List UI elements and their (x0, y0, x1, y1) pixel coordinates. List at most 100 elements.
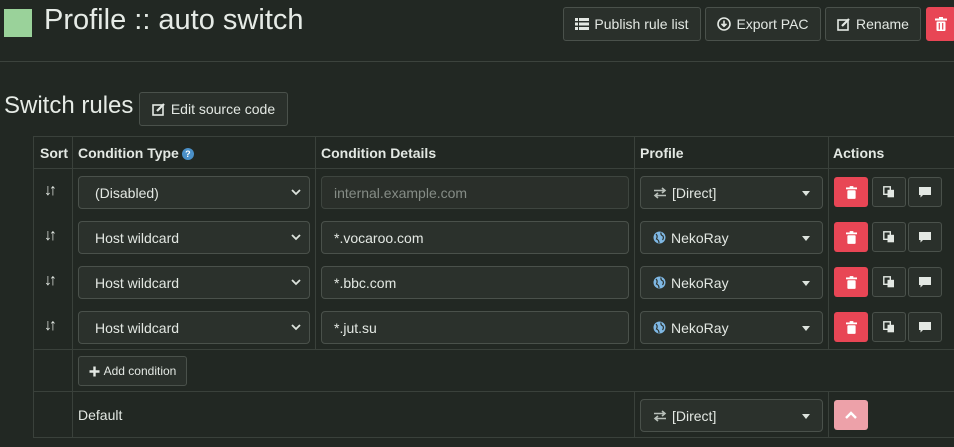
profile-value: [Direct] (672, 184, 717, 201)
export-pac-button[interactable]: Export PAC (705, 7, 821, 41)
plus-icon (89, 366, 100, 376)
condition-type-select[interactable]: Host wildcard (78, 311, 310, 344)
page-header: Profile :: auto switch Publish rule list… (0, 0, 954, 62)
condition-details-value: *.vocaroo.com (334, 229, 424, 246)
delete-rule-button[interactable] (834, 267, 868, 297)
sort-handle-icon[interactable]: ↓↑ (44, 272, 57, 290)
chevron-down-icon (291, 324, 301, 331)
table-divider (33, 391, 954, 392)
comment-icon (919, 231, 931, 242)
profile-select[interactable]: NekoRay (640, 266, 823, 299)
clone-rule-button[interactable] (872, 312, 906, 342)
edit-source-code-button[interactable]: Edit source code (139, 92, 288, 126)
caret-down-icon (802, 326, 810, 331)
delete-profile-button[interactable] (926, 7, 954, 41)
condition-type-value: Host wildcard (95, 229, 180, 246)
add-condition-label: Add condition (103, 364, 177, 378)
move-up-button[interactable] (834, 400, 868, 430)
profile-select[interactable]: NekoRay (640, 221, 823, 254)
download-icon (717, 17, 732, 31)
profile-select[interactable]: NekoRay (640, 311, 823, 344)
chevron-up-icon (845, 411, 857, 419)
condition-details-input[interactable]: internal.example.com (321, 176, 629, 209)
comment-rule-button[interactable] (908, 312, 942, 342)
condition-type-value: (Disabled) (95, 184, 159, 201)
transfer-icon (653, 186, 667, 199)
help-icon[interactable]: ? (181, 148, 194, 160)
condition-details-input[interactable]: *.vocaroo.com (321, 221, 629, 254)
chevron-down-icon (291, 189, 301, 196)
column-header-sort: Sort (40, 145, 68, 161)
comment-icon (919, 186, 931, 197)
column-header-actions: Actions (833, 145, 885, 161)
chevron-down-icon (291, 279, 301, 286)
condition-type-value: Host wildcard (95, 274, 180, 291)
profile-value: NekoRay (671, 229, 729, 246)
table-divider (634, 136, 635, 350)
rename-label: Rename (856, 16, 909, 32)
condition-type-select[interactable]: (Disabled) (78, 176, 310, 209)
clone-rule-button[interactable] (872, 222, 906, 252)
caret-down-icon (802, 414, 810, 419)
sort-handle-icon[interactable]: ↓↑ (44, 227, 57, 245)
trash-icon (845, 230, 857, 244)
copy-icon (883, 276, 894, 288)
caret-down-icon (802, 236, 810, 241)
column-header-condition-type: Condition Type? (78, 145, 194, 161)
delete-rule-button[interactable] (834, 312, 868, 342)
table-divider (33, 136, 34, 438)
transfer-icon (653, 409, 667, 422)
profile-select[interactable]: [Direct] (640, 176, 823, 209)
edit-icon (837, 18, 850, 31)
delete-rule-button[interactable] (834, 177, 868, 207)
edit-source-code-label: Edit source code (170, 101, 276, 117)
table-divider (634, 391, 635, 438)
condition-details-input[interactable]: *.jut.su (321, 311, 629, 344)
comment-rule-button[interactable] (908, 177, 942, 207)
comment-rule-button[interactable] (908, 222, 942, 252)
rename-button[interactable]: Rename (825, 7, 921, 41)
publish-rule-list-button[interactable]: Publish rule list (563, 7, 701, 41)
clone-rule-button[interactable] (872, 267, 906, 297)
condition-type-select[interactable]: Host wildcard (78, 221, 310, 254)
trash-icon (935, 17, 947, 31)
condition-type-select[interactable]: Host wildcard (78, 266, 310, 299)
globe-icon (653, 321, 666, 334)
copy-icon (883, 321, 894, 333)
globe-icon (653, 231, 666, 244)
caret-down-icon (802, 281, 810, 286)
column-header-condition-type-label: Condition Type (78, 145, 179, 161)
condition-type-value: Host wildcard (95, 319, 180, 336)
table-divider (72, 136, 73, 438)
table-divider (315, 136, 316, 350)
profile-value: NekoRay (671, 319, 729, 336)
delete-rule-button[interactable] (834, 222, 868, 252)
profile-color-swatch[interactable] (4, 9, 32, 37)
copy-icon (883, 231, 894, 243)
table-divider (33, 168, 954, 169)
publish-rule-list-label: Publish rule list (594, 16, 689, 32)
default-profile-value: [Direct] (672, 407, 717, 424)
trash-icon (845, 275, 857, 289)
comment-icon (919, 276, 931, 287)
condition-details-value: *.bbc.com (334, 274, 397, 291)
export-pac-label: Export PAC (736, 16, 809, 32)
sort-handle-icon[interactable]: ↓↑ (44, 317, 57, 335)
table-divider (33, 136, 954, 137)
trash-icon (845, 185, 857, 199)
add-condition-button[interactable]: Add condition (78, 356, 187, 386)
chevron-down-icon (291, 234, 301, 241)
edit-icon (152, 103, 165, 116)
default-profile-select[interactable]: [Direct] (640, 399, 823, 432)
clone-rule-button[interactable] (872, 177, 906, 207)
section-title: Switch rules (4, 92, 134, 119)
condition-details-value: *.jut.su (334, 319, 377, 336)
comment-rule-button[interactable] (908, 267, 942, 297)
condition-details-input[interactable]: *.bbc.com (321, 266, 629, 299)
table-divider (828, 391, 829, 438)
sort-handle-icon[interactable]: ↓↑ (44, 182, 57, 200)
globe-icon (653, 276, 666, 289)
table-divider (828, 136, 829, 350)
caret-down-icon (802, 191, 810, 196)
trash-icon (845, 320, 857, 334)
